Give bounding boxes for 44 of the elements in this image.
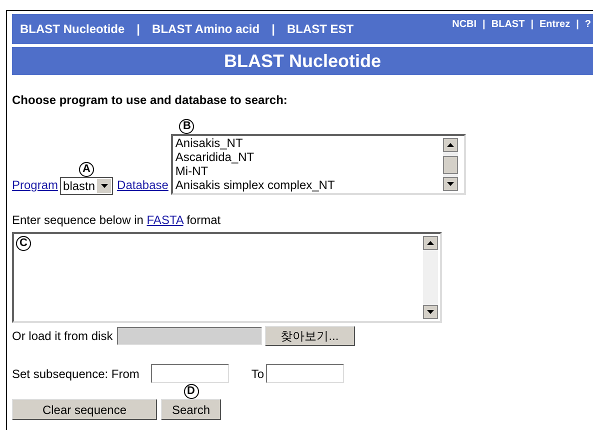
form-button[interactable]: Search xyxy=(161,399,222,420)
form-button[interactable]: Clear sequence xyxy=(12,399,157,420)
nav-separator: | xyxy=(576,18,579,32)
nav-link[interactable]: NCBI xyxy=(452,17,477,44)
scroll-up-icon[interactable] xyxy=(423,236,438,250)
nav-separator: | xyxy=(136,21,140,38)
circled-letter-marker: A xyxy=(79,162,94,177)
section-heading: Choose program to use and database to search: xyxy=(12,92,288,109)
circled-letter-marker: C xyxy=(16,236,31,251)
database-option[interactable]: Ascaridida_NT xyxy=(175,150,444,164)
nav-link[interactable]: BLAST Amino acid xyxy=(152,20,260,38)
scroll-up-icon[interactable] xyxy=(443,138,458,152)
nav-separator: | xyxy=(530,18,534,32)
nav-link[interactable]: BLAST xyxy=(491,17,525,44)
database-option[interactable]: Anisakis simplex complex_NT xyxy=(175,178,444,192)
browse-button[interactable]: 찾아보기... xyxy=(264,326,355,346)
database-option[interactable]: Anisakis_NT xyxy=(175,136,444,150)
nav-separator: | xyxy=(482,18,486,32)
database-link[interactable]: Database xyxy=(117,176,168,194)
load-label: Or load it from disk xyxy=(12,328,113,345)
fasta-link[interactable]: FASTA xyxy=(146,213,184,227)
circled-letter-marker: D xyxy=(184,384,199,399)
scroll-down-icon[interactable] xyxy=(423,305,438,319)
nav-link[interactable]: BLAST Nucleotide xyxy=(20,20,125,38)
database-listbox[interactable]: Anisakis_NT Ascaridida_NT Mi-NT Anisakis simplex complex_NT xyxy=(171,134,466,195)
sequence-instruction: Enter sequence below in FASTA format xyxy=(12,212,222,229)
sequence-textarea[interactable]: C xyxy=(12,232,442,323)
file-path-field[interactable] xyxy=(116,327,262,345)
circled-letter-marker: B xyxy=(179,119,194,134)
scroll-down-icon[interactable] xyxy=(443,177,458,191)
nav-link[interactable]: BLAST EST xyxy=(286,20,354,38)
program-select[interactable]: blastn xyxy=(60,177,114,195)
program-link[interactable]: Program xyxy=(12,176,58,194)
from-field[interactable] xyxy=(151,364,230,383)
to-label: To xyxy=(251,366,264,382)
scroll-thumb[interactable] xyxy=(443,156,458,174)
database-option[interactable]: Mi-NT xyxy=(175,164,444,178)
nav-link[interactable]: Entrez xyxy=(540,17,570,44)
to-field[interactable] xyxy=(266,364,344,383)
page-title: BLAST Nucleotide xyxy=(224,50,381,72)
nav-link[interactable]: ? xyxy=(584,17,591,44)
subsequence-label: Set subsequence: From xyxy=(12,366,140,382)
dropdown-icon xyxy=(100,184,108,188)
nav-separator: | xyxy=(272,21,275,38)
